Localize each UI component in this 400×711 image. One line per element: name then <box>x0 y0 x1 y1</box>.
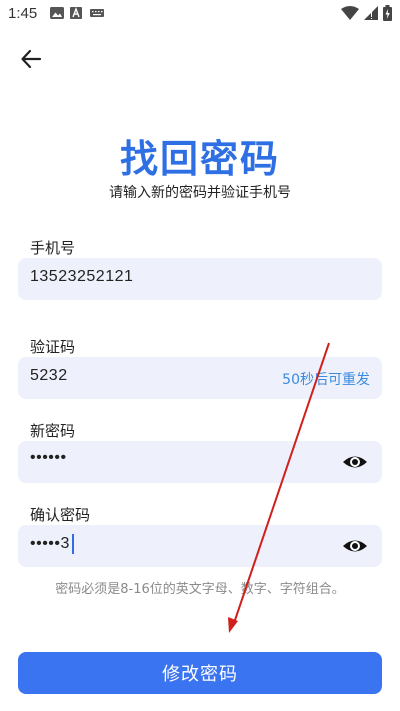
code-value: 5232 <box>30 367 68 384</box>
keyboard-icon <box>90 9 104 17</box>
new-password-field[interactable]: •••••• <box>18 441 382 483</box>
signal-icon <box>364 6 378 20</box>
text-cursor <box>71 534 74 554</box>
battery-icon <box>383 5 392 21</box>
phone-field[interactable]: 13523252121 <box>18 258 382 300</box>
notification-icons <box>50 7 104 19</box>
password-hint: 密码必须是8-16位的英文字母、数字、字符组合。 <box>55 582 345 597</box>
eye-icon[interactable] <box>342 450 368 474</box>
arrow-left-icon <box>21 49 42 69</box>
text-a-icon <box>70 7 82 19</box>
status-bar: 1:45 <box>0 0 400 28</box>
page-title: 找回密码 <box>119 137 280 181</box>
new-password-value: •••••• <box>30 449 67 466</box>
phone-value: 13523252121 <box>30 268 134 285</box>
code-label: 验证码 <box>30 338 76 356</box>
image-icon <box>50 7 64 19</box>
confirm-password-label: 确认密码 <box>30 506 91 524</box>
page-subtitle: 请输入新的密码并验证手机号 <box>109 185 291 201</box>
eye-icon[interactable] <box>342 534 368 558</box>
resend-code-button[interactable]: 50秒后可重发 <box>282 369 370 389</box>
new-password-label: 新密码 <box>30 422 76 440</box>
submit-button[interactable]: 修改密码 <box>18 652 382 694</box>
wifi-icon <box>341 6 359 20</box>
confirm-password-value: •••••3 <box>30 534 74 554</box>
code-field[interactable]: 5232 50秒后可重发 <box>18 357 382 399</box>
phone-label: 手机号 <box>30 239 76 257</box>
back-button[interactable] <box>16 44 46 74</box>
confirm-password-field[interactable]: •••••3 <box>18 525 382 567</box>
status-time: 1:45 <box>8 5 38 22</box>
system-icons <box>341 5 392 21</box>
